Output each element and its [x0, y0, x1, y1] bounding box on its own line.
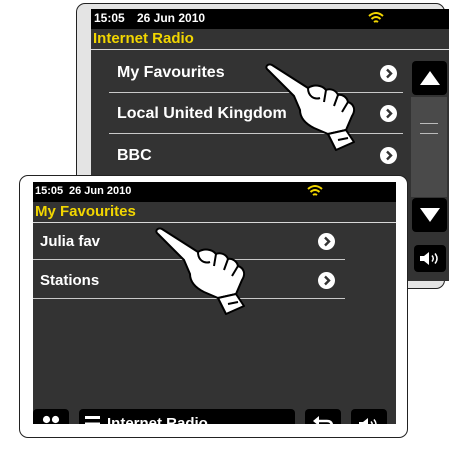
- scroll-grip: [420, 123, 438, 124]
- status-date: 26 Jun 2010: [69, 185, 132, 197]
- screen-title: Internet Radio: [93, 30, 194, 47]
- wifi-icon: [368, 12, 384, 23]
- volume-button[interactable]: [351, 409, 387, 424]
- hamburger-menu-icon: [85, 416, 100, 424]
- status-date: 26 Jun 2010: [137, 11, 206, 25]
- chevron-right-icon: [318, 233, 335, 250]
- home-button[interactable]: [33, 409, 69, 424]
- scroll-grip: [420, 133, 438, 134]
- wifi-icon: [307, 185, 323, 196]
- title-underline: [91, 49, 449, 50]
- triangle-down-icon: [420, 208, 440, 222]
- scroll-down-button[interactable]: [412, 198, 447, 232]
- triangle-up-icon: [420, 71, 440, 85]
- screen-title: My Favourites: [35, 203, 136, 220]
- chevron-right-icon: [380, 147, 397, 164]
- volume-button[interactable]: [414, 245, 446, 272]
- status-time: 15:05: [94, 11, 125, 25]
- mode-label: Internet Radio: [107, 415, 208, 424]
- pointing-hand-icon: [155, 227, 246, 315]
- scroll-track[interactable]: [411, 97, 447, 197]
- return-arrow-icon: [313, 416, 334, 424]
- chevron-right-icon: [380, 65, 397, 82]
- chevron-right-icon: [380, 105, 397, 122]
- speaker-icon: [359, 418, 377, 424]
- chevron-right-icon: [318, 272, 335, 289]
- pointing-hand-icon: [265, 63, 356, 151]
- back-button[interactable]: [305, 409, 341, 424]
- four-dots-icon: [42, 415, 60, 424]
- title-underline: [33, 222, 396, 223]
- status-time: 15:05: [35, 185, 64, 197]
- speaker-icon: [420, 252, 438, 265]
- mode-menu-button[interactable]: Internet Radio: [79, 409, 295, 424]
- status-bar: 15:05 26 Jun 2010: [33, 182, 396, 202]
- status-bar: 15:05 26 Jun 2010: [91, 9, 449, 29]
- scroll-up-button[interactable]: [412, 61, 447, 95]
